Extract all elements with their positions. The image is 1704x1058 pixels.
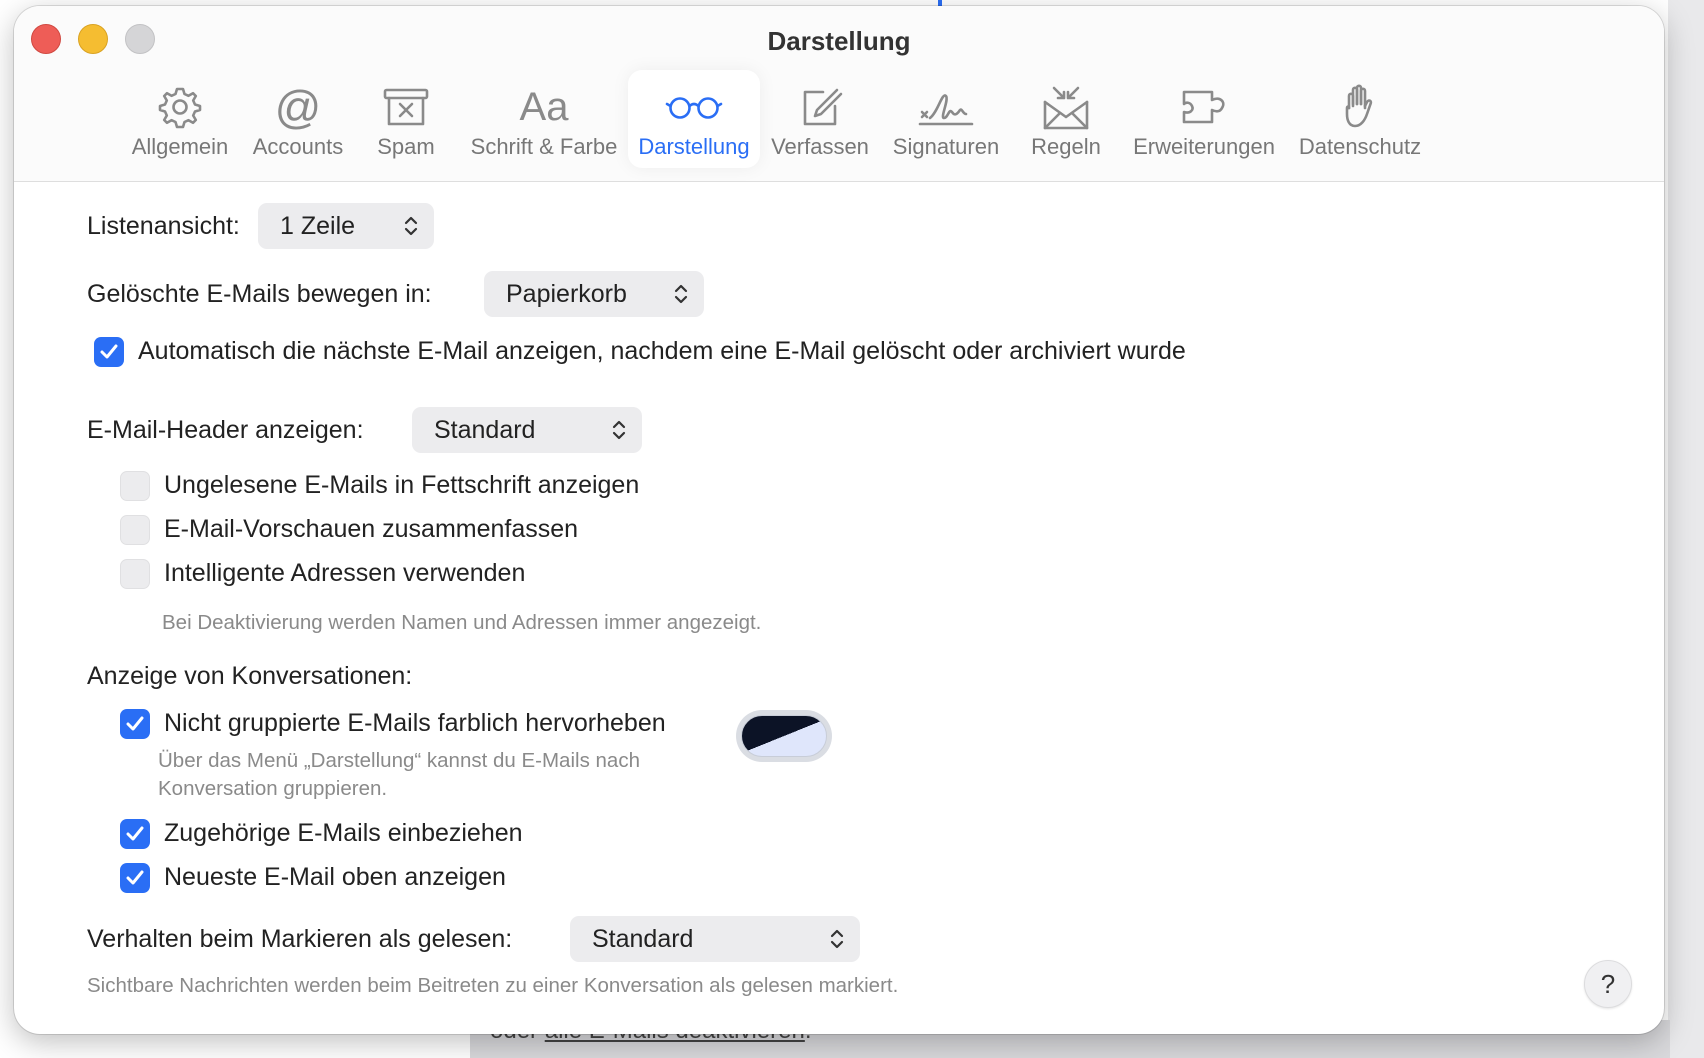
- tab-label: Erweiterungen: [1133, 134, 1275, 159]
- chevron-updown-icon: [674, 284, 688, 304]
- tab-label: Signaturen: [892, 134, 1000, 159]
- highlight-ungrouped-checkbox[interactable]: [120, 709, 150, 739]
- mark-read-hint: Sichtbare Nachrichten werden beim Beitre…: [87, 974, 899, 997]
- background-window-edge: [1668, 0, 1704, 1058]
- chevron-updown-icon: [404, 216, 418, 236]
- smart-addresses-checkbox[interactable]: [120, 559, 150, 589]
- tab-label: Regeln: [1031, 134, 1101, 159]
- unread-bold-checkbox[interactable]: [120, 471, 150, 501]
- highlight-color-well[interactable]: [736, 710, 832, 762]
- list-view-label: Listenansicht:: [87, 212, 240, 240]
- tab-label: Datenschutz: [1298, 134, 1422, 159]
- tab-spam[interactable]: Spam: [366, 70, 446, 168]
- auto-next-label: Automatisch die nächste E-Mail anzeigen,…: [138, 337, 1186, 365]
- compose-icon: [803, 88, 843, 126]
- header-popup[interactable]: Standard: [412, 407, 642, 453]
- window-title: Darstellung: [767, 26, 911, 56]
- newest-top-checkbox[interactable]: [120, 863, 150, 893]
- tab-label: Spam: [377, 134, 435, 159]
- auto-next-checkbox[interactable]: [94, 337, 124, 367]
- checkmark-icon: [126, 716, 144, 731]
- smart-addresses-hint: Bei Deaktivierung werden Namen und Adres…: [162, 611, 762, 634]
- header-value: Standard: [434, 416, 536, 444]
- font-icon: Aa: [519, 85, 569, 129]
- tab-regeln[interactable]: Regeln: [1020, 70, 1112, 168]
- tab-erweiterungen[interactable]: Erweiterungen: [1124, 70, 1284, 168]
- header-label: E-Mail-Header anzeigen:: [87, 416, 364, 444]
- chevron-updown-icon: [612, 420, 626, 440]
- toolbar: Darstellung Allgemein @ Accounts Spam Aa…: [14, 6, 1664, 182]
- deleted-move-label: Gelöschte E-Mails bewegen in:: [87, 280, 432, 308]
- tab-label: Darstellung: [638, 134, 750, 159]
- mark-read-popup[interactable]: Standard: [570, 916, 860, 962]
- highlight-color-swatch: [741, 715, 827, 757]
- settings-panel: Listenansicht: 1 Zeile Gelöschte E-Mails…: [14, 182, 1664, 1034]
- tab-label: Allgemein: [131, 134, 229, 159]
- at-icon: @: [274, 81, 322, 133]
- puzzle-icon: [1182, 90, 1225, 124]
- include-related-checkbox[interactable]: [120, 819, 150, 849]
- tab-verfassen[interactable]: Verfassen: [770, 70, 870, 168]
- mark-read-label: Verhalten beim Markieren als gelesen:: [87, 925, 513, 953]
- tab-allgemein[interactable]: Allgemein: [126, 70, 234, 168]
- junk-box-icon: [383, 88, 429, 126]
- checkmark-icon: [100, 344, 118, 359]
- deleted-move-popup[interactable]: Papierkorb: [484, 271, 704, 317]
- list-view-value: 1 Zeile: [280, 212, 356, 240]
- preview-summary-checkbox[interactable]: [120, 515, 150, 545]
- tab-datenschutz[interactable]: Datenschutz: [1294, 70, 1426, 168]
- help-button[interactable]: ?: [1584, 960, 1632, 1008]
- tab-label: Schrift & Farbe: [470, 134, 618, 159]
- tab-label: Accounts: [252, 134, 344, 159]
- checkmark-icon: [126, 826, 144, 841]
- rules-envelope-icon: [1043, 86, 1089, 130]
- highlight-ungrouped-hint-2: Konversation gruppieren.: [158, 777, 388, 800]
- newest-top-label: Neueste E-Mail oben anzeigen: [164, 863, 506, 891]
- hand-icon: [1345, 84, 1373, 128]
- highlight-ungrouped-label: Nicht gruppierte E-Mails farblich hervor…: [164, 709, 666, 737]
- mark-read-value: Standard: [592, 925, 694, 953]
- tab-darstellung[interactable]: Darstellung: [628, 70, 760, 168]
- highlight-ungrouped-hint-1: Über das Menü „Darstellung“ kannst du E-…: [158, 749, 640, 772]
- list-view-popup[interactable]: 1 Zeile: [258, 203, 434, 249]
- smart-addresses-label: Intelligente Adressen verwenden: [164, 559, 526, 587]
- signature-icon: [918, 94, 974, 126]
- unread-bold-label: Ungelesene E-Mails in Fettschrift anzeig…: [164, 471, 640, 499]
- tab-accounts[interactable]: @ Accounts: [248, 70, 348, 168]
- glasses-icon: [665, 97, 723, 119]
- tab-schrift-farbe[interactable]: Aa Schrift & Farbe: [460, 70, 628, 168]
- chevron-updown-icon: [830, 929, 844, 949]
- checkmark-icon: [126, 870, 144, 885]
- preferences-window: Darstellung Allgemein @ Accounts Spam Aa…: [14, 6, 1664, 1034]
- include-related-label: Zugehörige E-Mails einbeziehen: [164, 819, 523, 847]
- tab-label: Verfassen: [771, 134, 869, 159]
- tab-signaturen[interactable]: Signaturen: [884, 70, 1008, 168]
- preview-summary-label: E-Mail-Vorschauen zusammenfassen: [164, 515, 579, 543]
- gear-icon: [158, 87, 202, 129]
- conversations-heading: Anzeige von Konversationen:: [87, 662, 413, 690]
- deleted-move-value: Papierkorb: [506, 280, 627, 308]
